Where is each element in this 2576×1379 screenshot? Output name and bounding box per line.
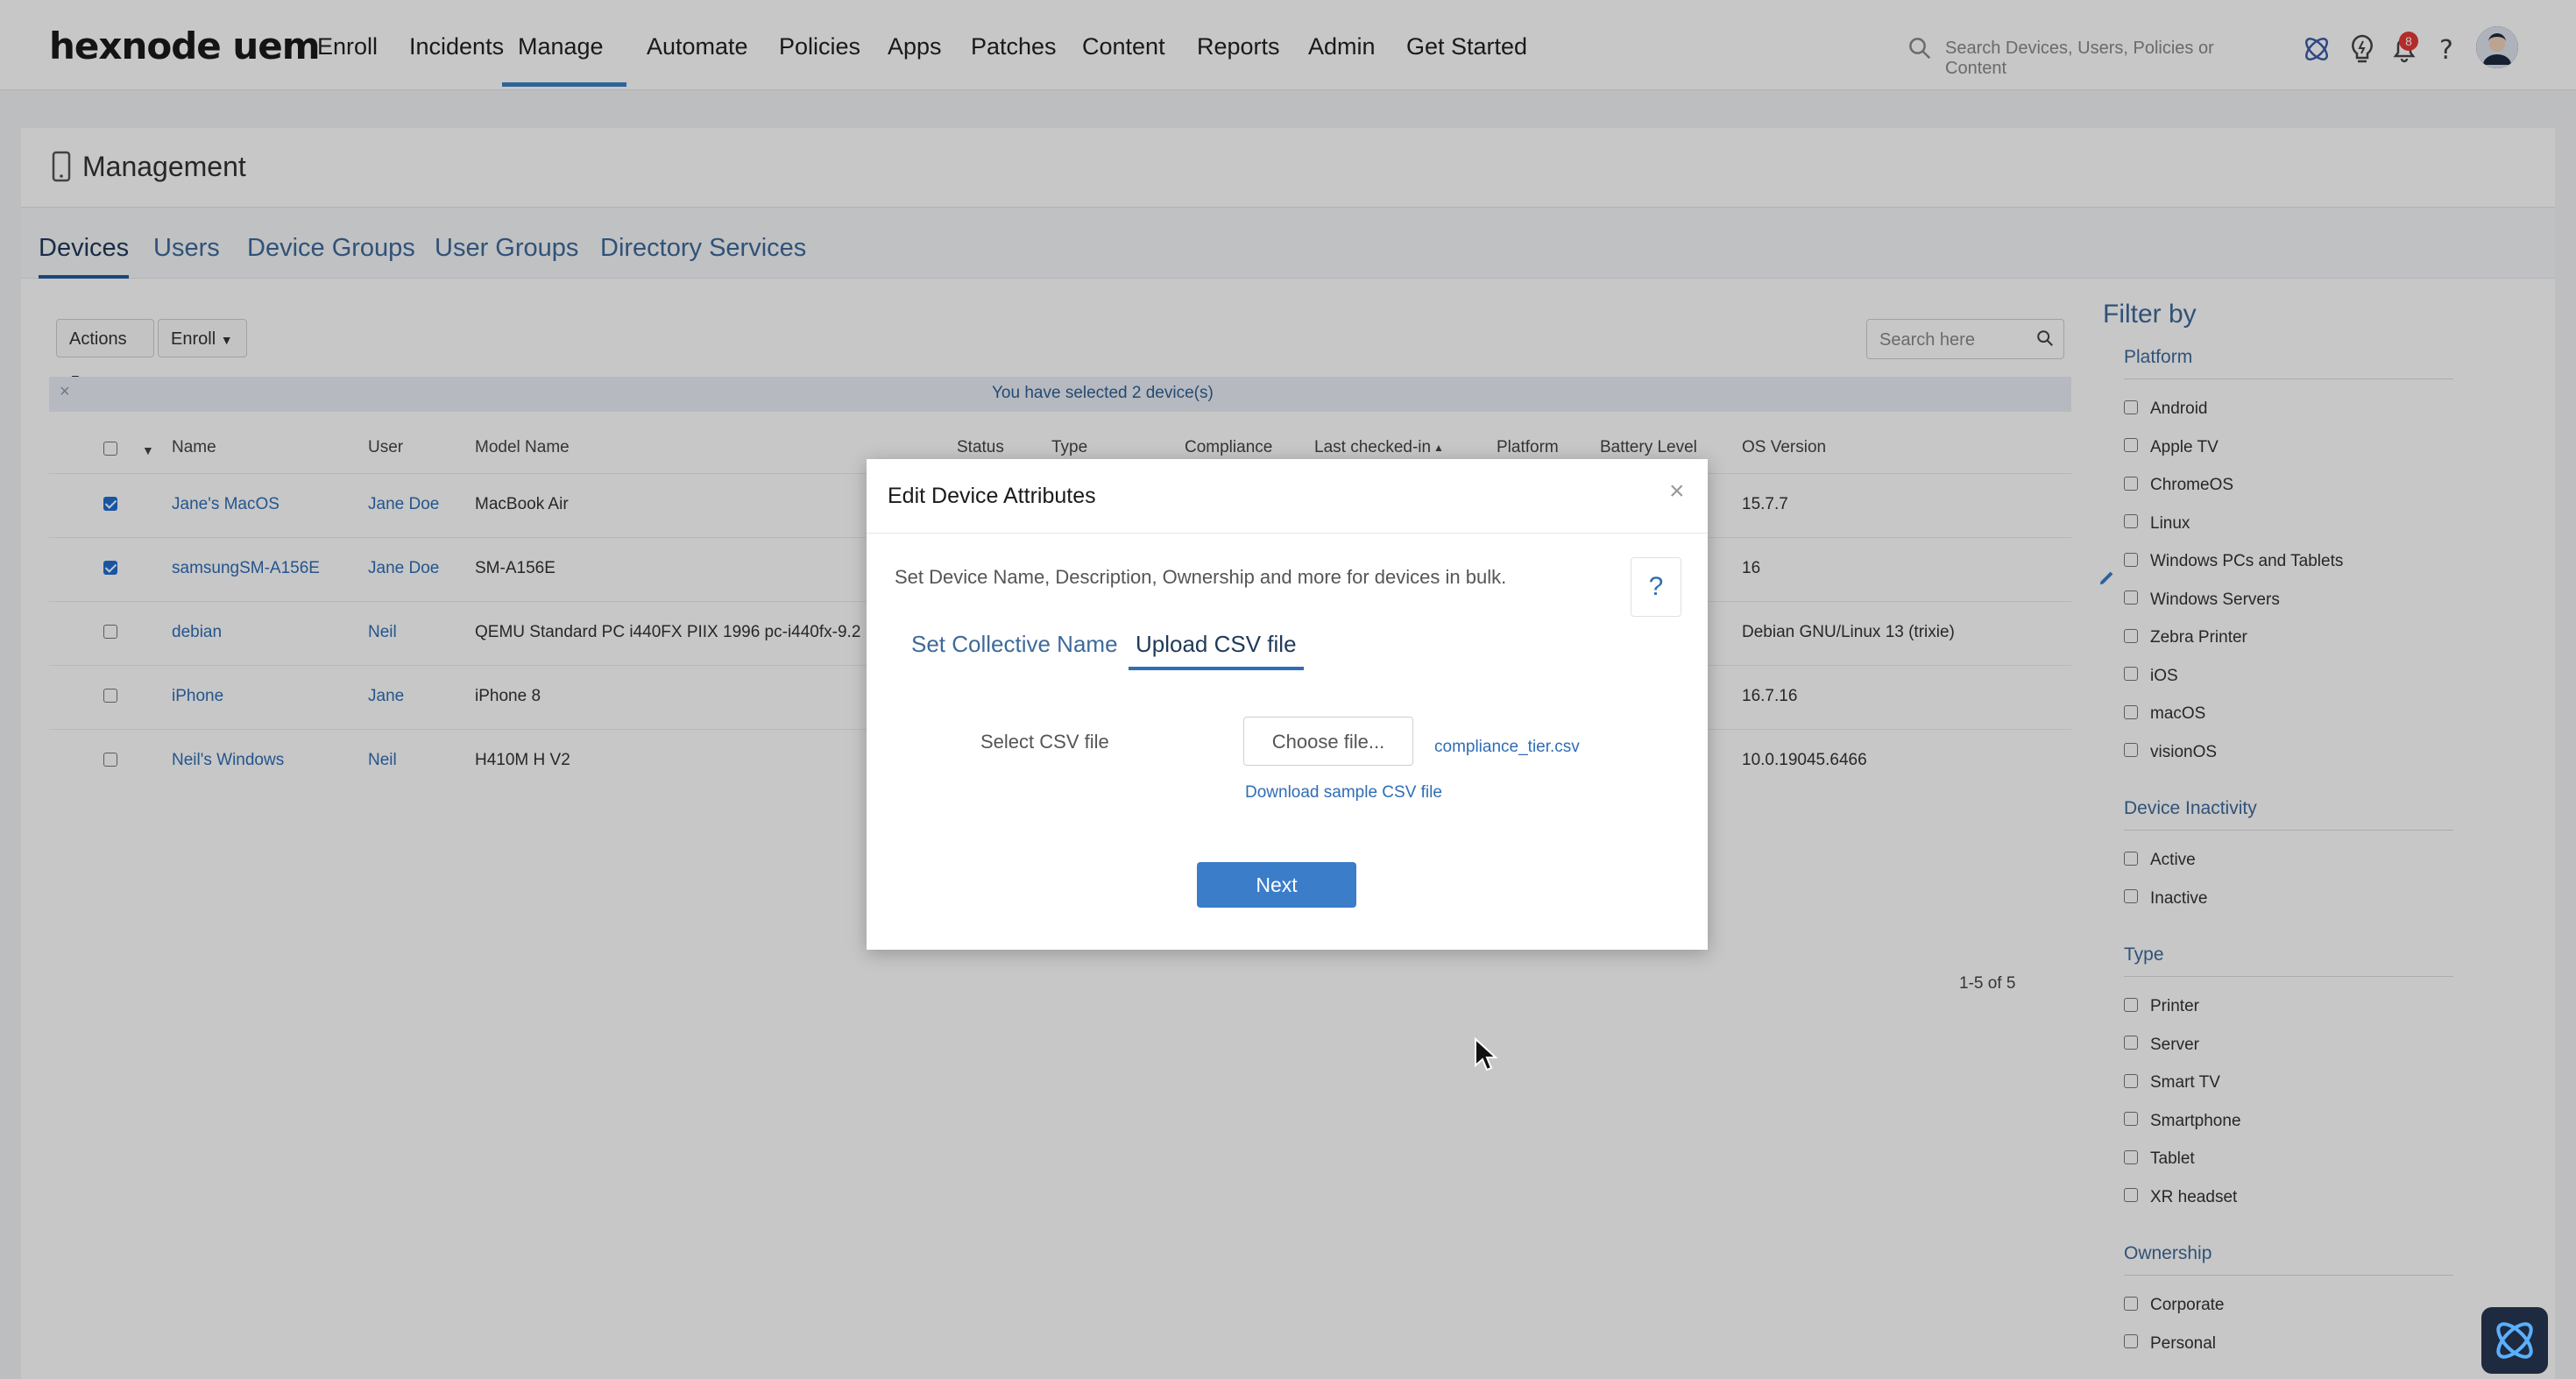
modal-divider	[867, 533, 1708, 534]
tab-set-collective-name[interactable]: Set Collective Name	[911, 631, 1118, 658]
chat-widget[interactable]	[2481, 1307, 2548, 1374]
modal-title: Edit Device Attributes	[888, 484, 1096, 508]
select-csv-label: Select CSV file	[980, 731, 1109, 753]
edit-device-attributes-modal: Edit Device Attributes × Set Device Name…	[867, 459, 1708, 950]
selected-file-name: compliance_tier.csv	[1434, 738, 1580, 756]
mouse-cursor-icon	[1475, 1037, 1498, 1071]
help-button[interactable]: ?	[1631, 557, 1681, 617]
tab-upload-csv[interactable]: Upload CSV file	[1129, 631, 1304, 670]
close-icon[interactable]: ×	[1669, 477, 1685, 506]
choose-file-button[interactable]: Choose file...	[1243, 717, 1413, 766]
modal-description: Set Device Name, Description, Ownership …	[895, 566, 1507, 588]
next-button[interactable]: Next	[1197, 862, 1356, 908]
download-sample-link[interactable]: Download sample CSV file	[1245, 783, 1442, 803]
chat-bot-icon	[2496, 1322, 2533, 1359]
